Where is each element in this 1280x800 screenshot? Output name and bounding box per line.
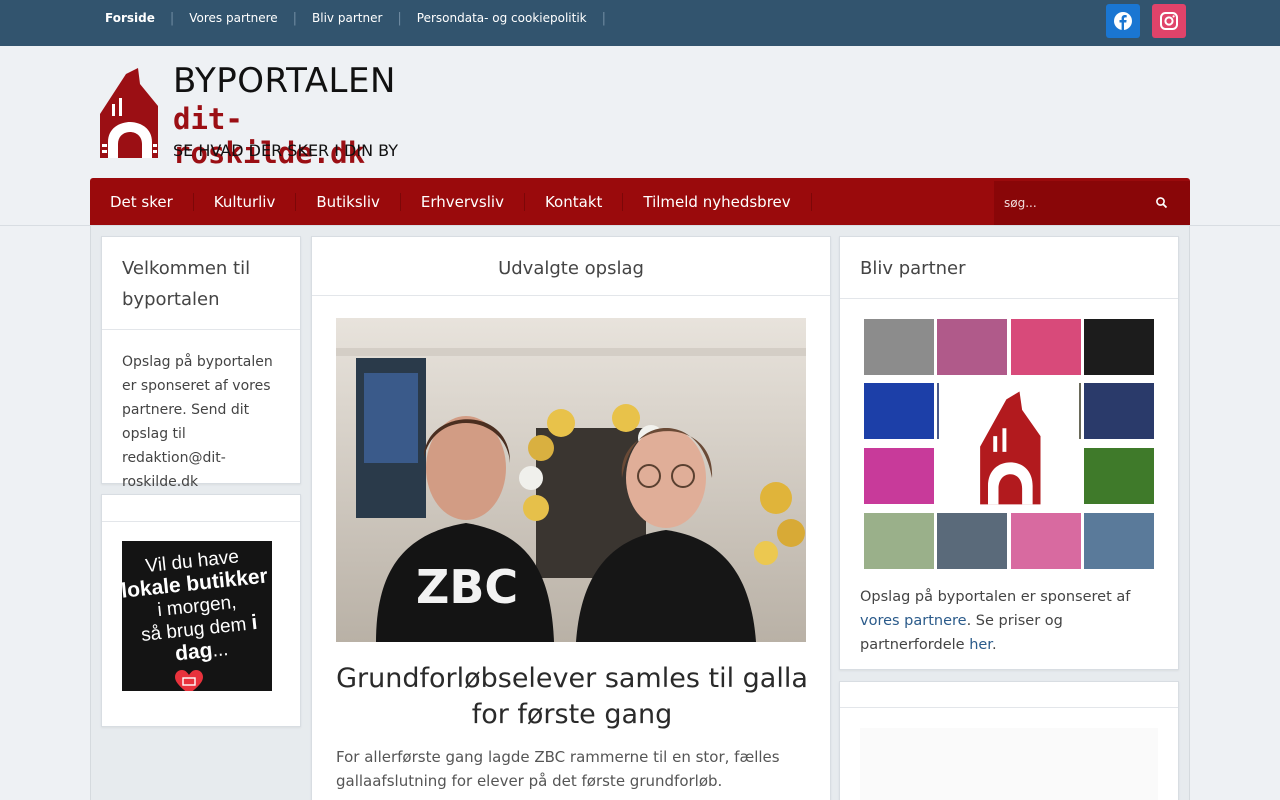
post-image[interactable]: ZBC — [336, 318, 806, 642]
ad-text: Vil du have lokale butikker i morgen, så… — [122, 543, 272, 671]
instagram-icon — [1160, 12, 1178, 30]
post-image-shirt-text: ZBC — [416, 560, 518, 614]
nav-divider — [810, 192, 812, 211]
post-title[interactable]: Grundforløbselever samles til galla for … — [336, 661, 808, 733]
partner-text-3: . — [991, 637, 997, 653]
partner-collage[interactable] — [864, 319, 1154, 569]
welcome-text: Opslag på byportalen er sponseret af vor… — [122, 354, 273, 490]
ad-widget: Vil du have lokale butikker i morgen, så… — [101, 494, 301, 727]
site-logo[interactable]: BYPORTALEN dit-roskilde.dk SE HVAD DER S… — [98, 61, 403, 170]
partner-text: Opslag på byportalen er sponseret af vor… — [840, 585, 1178, 657]
ad-widget-header — [102, 495, 300, 522]
collage-logo — [939, 381, 1079, 507]
partner-widget: Bliv partner Opslag på byportalen er spo… — [839, 236, 1179, 670]
local-shops-ad[interactable]: Vil du have lokale butikker i morgen, så… — [122, 541, 272, 691]
roskilde-tower-logo-icon — [980, 391, 1041, 505]
topnav-item-bliv-partner[interactable]: Bliv partner — [297, 11, 397, 25]
facebook-link[interactable] — [1106, 4, 1140, 38]
topnav-separator: | — [601, 10, 607, 26]
topnav-item-forside[interactable]: Forside — [90, 11, 170, 25]
collage-tile — [1084, 513, 1154, 569]
right-widget-2-content — [860, 728, 1158, 800]
partners-link[interactable]: vores partnere — [860, 613, 967, 629]
top-bar: Forside | Vores partnere | Bliv partner … — [0, 0, 1280, 46]
featured-posts-widget: Udvalgte opslag ZBC Grundforløbselever s… — [311, 236, 831, 800]
logo-tagline: SE HVAD DER SKER I DIN BY — [173, 141, 399, 160]
nav-item-det-sker[interactable]: Det sker — [90, 193, 193, 211]
collage-tile — [937, 513, 1007, 569]
partner-text-1: Opslag på byportalen er sponseret af — [860, 589, 1131, 605]
featured-title: Udvalgte opslag — [312, 237, 830, 296]
right-widget-2-header — [840, 682, 1178, 708]
topnav-item-persondata[interactable]: Persondata- og cookiepolitik — [402, 11, 602, 25]
pricing-link[interactable]: her — [969, 637, 992, 653]
nav-item-tilmeld-nyhedsbrev[interactable]: Tilmeld nyhedsbrev — [623, 193, 810, 211]
collage-tile — [864, 383, 934, 439]
search-box — [994, 181, 1190, 225]
collage-tile — [864, 513, 934, 569]
logo-title: BYPORTALEN — [173, 61, 396, 101]
instagram-link[interactable] — [1152, 4, 1186, 38]
nav-item-erhvervsliv[interactable]: Erhvervsliv — [401, 193, 524, 211]
collage-tile — [1084, 319, 1154, 375]
facebook-icon — [1114, 12, 1132, 30]
search-input[interactable] — [1004, 193, 1134, 213]
search-icon[interactable] — [1154, 195, 1170, 211]
roskilde-tower-logo-icon — [100, 68, 158, 158]
partner-title: Bliv partner — [840, 237, 1178, 299]
main-navigation: Det sker Kulturliv Butiksliv Erhvervsliv… — [90, 178, 1190, 225]
collage-tile — [1011, 513, 1081, 569]
collage-tile — [1011, 319, 1081, 375]
welcome-title: Velkommen til byportalen — [102, 237, 300, 330]
nav-item-kulturliv[interactable]: Kulturliv — [194, 193, 296, 211]
welcome-widget: Velkommen til byportalen Opslag på bypor… — [101, 236, 301, 490]
top-navigation: Forside | Vores partnere | Bliv partner … — [90, 0, 606, 36]
collage-tile — [864, 319, 934, 375]
heart-icon — [175, 670, 203, 691]
nav-item-butiksliv[interactable]: Butiksliv — [296, 193, 400, 211]
collage-tile — [937, 319, 1007, 375]
topnav-item-vores-partnere[interactable]: Vores partnere — [174, 11, 292, 25]
post-excerpt: For allerførste gang lagde ZBC rammerne … — [336, 748, 780, 790]
right-widget-2 — [839, 681, 1179, 800]
post-photo: ZBC — [336, 318, 806, 642]
collage-tile — [1084, 383, 1154, 439]
ad-line-6: ... — [211, 639, 230, 662]
collage-tile — [1084, 448, 1154, 504]
nav-item-kontakt[interactable]: Kontakt — [525, 193, 622, 211]
collage-tile — [864, 448, 934, 504]
